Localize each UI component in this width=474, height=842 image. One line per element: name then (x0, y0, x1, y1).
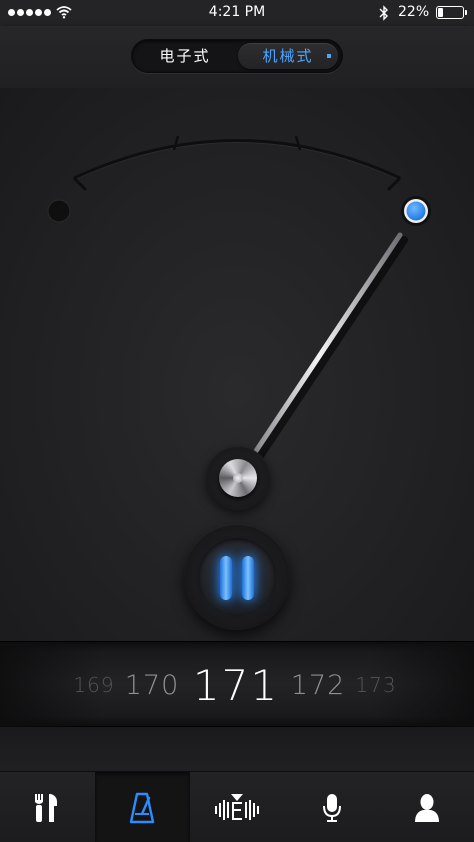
tempo-option[interactable]: 173 (346, 642, 406, 728)
metronome-icon (129, 792, 155, 823)
pendulum-hub (206, 446, 270, 510)
pause-button[interactable] (184, 524, 290, 630)
tab-microphone[interactable] (284, 772, 379, 842)
tools-icon (35, 793, 58, 822)
tuner-icon (214, 793, 259, 820)
tab-profile[interactable] (379, 772, 474, 842)
battery-percent: 22% (398, 4, 430, 20)
scale-tick (386, 176, 402, 192)
pendulum-hub-cap (219, 459, 257, 497)
pause-bar-right (242, 556, 254, 600)
pause-icon (198, 538, 276, 616)
pause-bar-left (220, 556, 232, 600)
tab-tools[interactable] (0, 772, 95, 842)
scale-arc (73, 139, 401, 180)
tempo-picker[interactable]: 169 170 171 172 173 (0, 641, 474, 728)
mode-mechanical-label: 机械式 (262, 47, 314, 65)
mode-electronic-option[interactable]: 电子式 (136, 43, 234, 69)
selected-indicator-icon (327, 54, 331, 58)
tab-bar (0, 771, 474, 842)
status-bar: 4:21 PM 22% (0, 0, 474, 26)
scale-tick (72, 176, 88, 192)
spacer (0, 727, 474, 771)
left-beat-marker-icon (47, 199, 71, 223)
user-icon (414, 793, 439, 822)
microphone-icon (322, 793, 341, 822)
tempo-option[interactable]: 172 (282, 642, 354, 728)
bluetooth-icon (379, 5, 388, 21)
mode-mechanical-option[interactable]: 机械式 (238, 43, 338, 69)
battery-icon (436, 6, 467, 19)
tab-metronome[interactable] (94, 772, 190, 842)
tempo-current[interactable]: 171 (186, 642, 286, 728)
pendulum-needle-shadow (238, 236, 408, 487)
battery-fill (438, 8, 443, 17)
tempo-option[interactable]: 170 (116, 642, 188, 728)
pendulum-needle (235, 232, 403, 481)
header: 电子式 机械式 (0, 26, 474, 88)
mode-switch[interactable]: 电子式 机械式 (131, 39, 343, 73)
metronome-panel (0, 88, 474, 641)
tab-tuner[interactable] (190, 772, 285, 842)
tempo-option[interactable]: 169 (64, 642, 124, 728)
